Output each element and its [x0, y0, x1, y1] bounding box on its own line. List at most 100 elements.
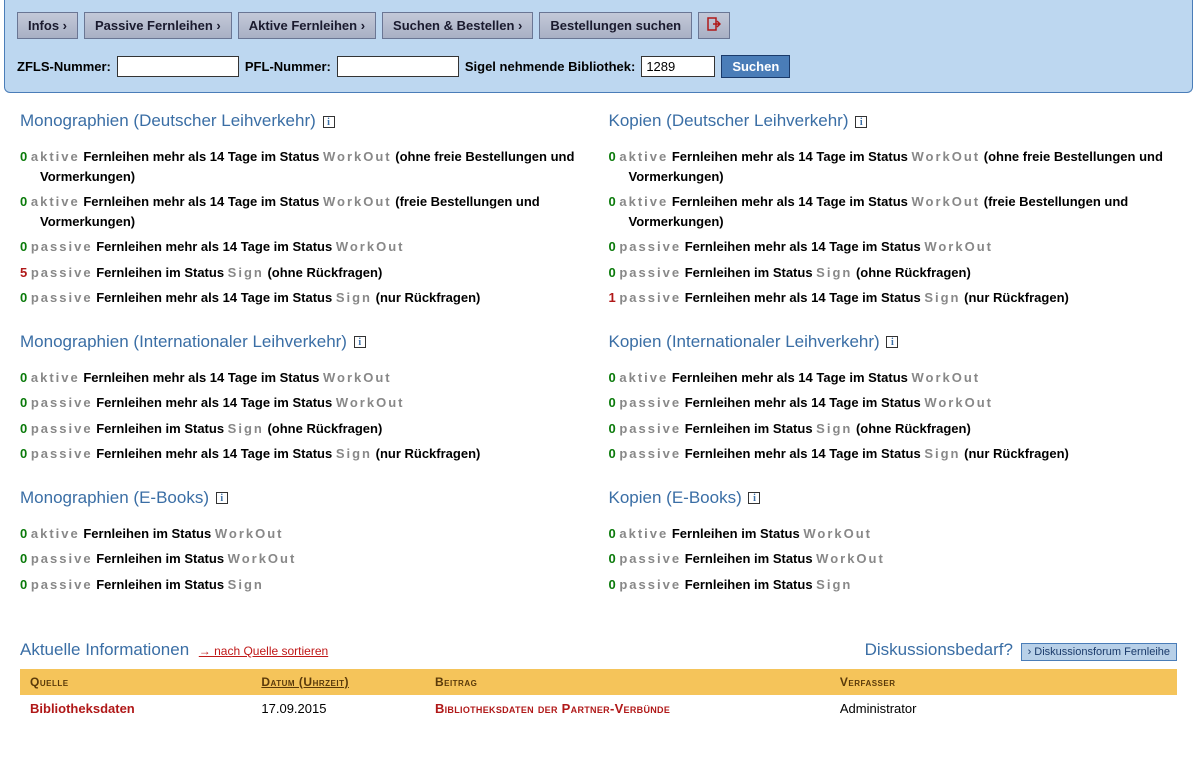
status-suffix: (nur Rückfragen) [964, 446, 1069, 461]
status-item[interactable]: 0 aktive Fernleihen im Status WorkOut [20, 524, 589, 544]
news-title: Aktuelle Informationen [20, 640, 189, 659]
status-suffix: (nur Rückfragen) [376, 290, 481, 305]
status-item[interactable]: 0 passive Fernleihen im Status Sign (ohn… [609, 263, 1178, 283]
status-text: Fernleihen im Status [685, 265, 816, 280]
status-name: WorkOut [911, 370, 980, 385]
news-th-contribution[interactable]: Beitrag [425, 669, 830, 695]
status-item[interactable]: 0 passive Fernleihen mehr als 14 Tage im… [20, 393, 589, 413]
status-item[interactable]: 0 passive Fernleihen mehr als 14 Tage im… [609, 393, 1178, 413]
status-name: WorkOut [323, 370, 392, 385]
status-item[interactable]: 1 passive Fernleihen mehr als 14 Tage im… [609, 288, 1178, 308]
status-text: Fernleihen mehr als 14 Tage im Status [685, 395, 925, 410]
status-text: Fernleihen im Status [96, 551, 227, 566]
news-section: Aktuelle Informationen → nach Quelle sor… [20, 640, 1177, 722]
info-icon[interactable]: i [354, 336, 366, 348]
status-count: 0 [20, 370, 27, 385]
info-icon[interactable]: i [748, 492, 760, 504]
status-text: Fernleihen mehr als 14 Tage im Status [83, 149, 323, 164]
search-button[interactable]: Suchen [721, 55, 790, 78]
status-list: 0 aktive Fernleihen mehr als 14 Tage im … [609, 147, 1178, 308]
status-count: 0 [609, 551, 616, 566]
menu-passive[interactable]: Passive Fernleihen › [84, 12, 232, 39]
status-item[interactable]: 0 aktive Fernleihen im Status WorkOut [609, 524, 1178, 544]
status-name: Sign [924, 290, 960, 305]
status-item[interactable]: 0 passive Fernleihen im Status Sign [20, 575, 589, 595]
status-type: passive [31, 239, 93, 254]
status-item[interactable]: 0 passive Fernleihen im Status Sign (ohn… [20, 419, 589, 439]
columns: Monographien (Deutscher Leihverkehr) i0 … [20, 111, 1177, 618]
pfl-label: PFL-Nummer: [245, 59, 331, 74]
sigel-input[interactable] [641, 56, 715, 77]
status-item[interactable]: 0 aktive Fernleihen mehr als 14 Tage im … [609, 192, 1178, 231]
zfls-input[interactable] [117, 56, 239, 77]
status-name: Sign [816, 265, 852, 280]
status-name: Sign [228, 421, 264, 436]
status-text: Fernleihen mehr als 14 Tage im Status [685, 290, 925, 305]
status-item[interactable]: 0 aktive Fernleihen mehr als 14 Tage im … [609, 368, 1178, 388]
search-row: ZFLS-Nummer: PFL-Nummer: Sigel nehmende … [17, 55, 1180, 78]
status-text: Fernleihen im Status [685, 577, 816, 592]
news-table-header-row: Quelle Datum (Uhrzeit) Beitrag Verfasser [20, 669, 1177, 695]
menu-infos[interactable]: Infos › [17, 12, 78, 39]
sort-by-source-link[interactable]: → nach Quelle sortieren [199, 644, 328, 658]
news-th-date[interactable]: Datum (Uhrzeit) [251, 669, 425, 695]
status-text: Fernleihen mehr als 14 Tage im Status [96, 446, 336, 461]
status-list: 0 aktive Fernleihen mehr als 14 Tage im … [20, 147, 589, 308]
section-title: Monographien (Internationaler Leihverkeh… [20, 332, 589, 352]
status-section: Monographien (Internationaler Leihverkeh… [20, 332, 589, 464]
status-type: passive [619, 421, 681, 436]
status-count: 0 [609, 149, 616, 164]
status-item[interactable]: 0 passive Fernleihen mehr als 14 Tage im… [609, 444, 1178, 464]
status-text: Fernleihen mehr als 14 Tage im Status [83, 370, 323, 385]
forum-button[interactable]: › Diskussionsforum Fernleihe [1021, 643, 1177, 661]
status-text: Fernleihen im Status [672, 526, 803, 541]
status-count: 5 [20, 265, 27, 280]
status-type: passive [619, 239, 681, 254]
status-name: WorkOut [911, 149, 980, 164]
news-th-source[interactable]: Quelle [20, 669, 251, 695]
status-item[interactable]: 0 passive Fernleihen mehr als 14 Tage im… [20, 237, 589, 257]
status-type: passive [619, 551, 681, 566]
status-count: 0 [609, 194, 616, 209]
info-icon[interactable]: i [323, 116, 335, 128]
status-item[interactable]: 0 passive Fernleihen im Status WorkOut [20, 549, 589, 569]
status-type: passive [31, 265, 93, 280]
status-item[interactable]: 0 passive Fernleihen mehr als 14 Tage im… [20, 444, 589, 464]
status-item[interactable]: 0 passive Fernleihen im Status WorkOut [609, 549, 1178, 569]
status-item[interactable]: 0 passive Fernleihen mehr als 14 Tage im… [609, 237, 1178, 257]
menu-aktive[interactable]: Aktive Fernleihen › [238, 12, 376, 39]
status-type: passive [619, 577, 681, 592]
news-contribution[interactable]: Bibliotheksdaten der Partner-Verbünde [425, 695, 830, 722]
status-type: passive [619, 395, 681, 410]
logout-icon [707, 18, 721, 35]
status-type: aktive [619, 526, 668, 541]
status-item[interactable]: 0 passive Fernleihen im Status Sign [609, 575, 1178, 595]
status-name: WorkOut [215, 526, 284, 541]
status-item[interactable]: 0 passive Fernleihen im Status Sign (ohn… [609, 419, 1178, 439]
status-item[interactable]: 0 passive Fernleihen mehr als 14 Tage im… [20, 288, 589, 308]
info-icon[interactable]: i [216, 492, 228, 504]
status-count: 0 [609, 370, 616, 385]
news-th-author[interactable]: Verfasser [830, 669, 1177, 695]
pfl-input[interactable] [337, 56, 459, 77]
menu-bestellungen-suchen[interactable]: Bestellungen suchen [539, 12, 692, 39]
status-count: 0 [20, 395, 27, 410]
status-section: Monographien (E-Books) i0 aktive Fernlei… [20, 488, 589, 595]
status-item[interactable]: 0 aktive Fernleihen mehr als 14 Tage im … [609, 147, 1178, 186]
info-icon[interactable]: i [886, 336, 898, 348]
status-list: 0 aktive Fernleihen mehr als 14 Tage im … [20, 368, 589, 464]
info-icon[interactable]: i [855, 116, 867, 128]
status-type: aktive [31, 370, 80, 385]
status-type: passive [31, 577, 93, 592]
news-row[interactable]: Bibliotheksdaten17.09.2015Bibliotheksdat… [20, 695, 1177, 722]
status-count: 0 [20, 446, 27, 461]
status-item[interactable]: 0 aktive Fernleihen mehr als 14 Tage im … [20, 368, 589, 388]
status-item[interactable]: 5 passive Fernleihen im Status Sign (ohn… [20, 263, 589, 283]
status-item[interactable]: 0 aktive Fernleihen mehr als 14 Tage im … [20, 147, 589, 186]
menu-suchen-bestellen[interactable]: Suchen & Bestellen › [382, 12, 533, 39]
logout-button[interactable] [698, 12, 730, 39]
status-item[interactable]: 0 aktive Fernleihen mehr als 14 Tage im … [20, 192, 589, 231]
news-table: Quelle Datum (Uhrzeit) Beitrag Verfasser… [20, 669, 1177, 722]
status-type: passive [619, 290, 681, 305]
sigel-label: Sigel nehmende Bibliothek: [465, 59, 635, 74]
